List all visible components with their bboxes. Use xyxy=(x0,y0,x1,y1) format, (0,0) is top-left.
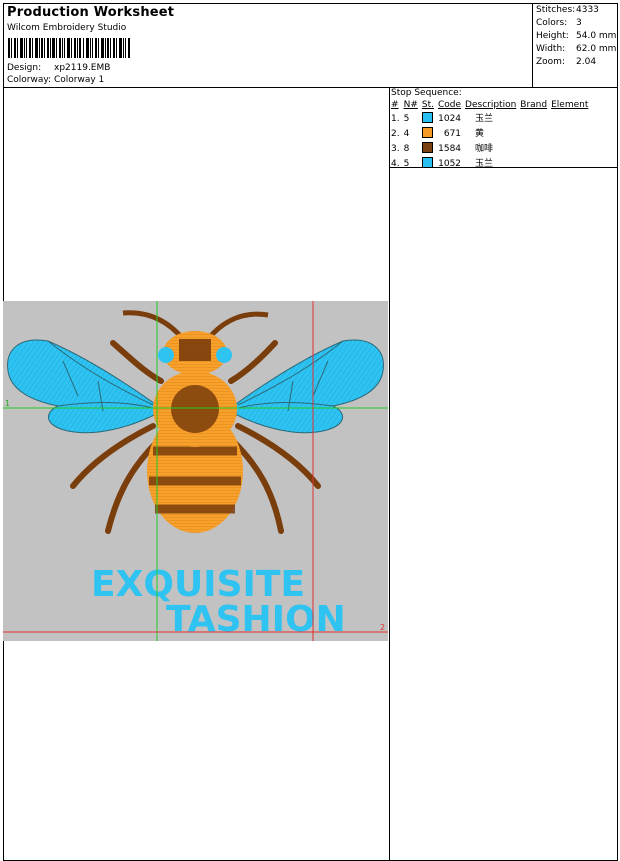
barcode xyxy=(8,38,130,58)
stat-stitches: Stitches: 4333 xyxy=(536,5,599,15)
row-index: 2. xyxy=(391,129,400,139)
row-brand xyxy=(518,142,549,157)
design-filename: xp2119.EMB xyxy=(54,63,111,73)
right-wing xyxy=(232,339,384,434)
stats-divider xyxy=(532,3,533,87)
design-preview: EXQUISITE TASHION 1 2 xyxy=(3,301,388,641)
software-name: Wilcom Embroidery Studio xyxy=(7,23,127,33)
row-element xyxy=(549,112,590,127)
stop-row: 4. 5 1052 玉兰 xyxy=(389,157,590,172)
row-brand xyxy=(518,127,549,142)
colorway-value: Colorway 1 xyxy=(54,75,105,85)
color-swatch xyxy=(421,142,433,153)
stop-row: 2. 4 671 黄 xyxy=(389,127,590,142)
row-needle: 4 xyxy=(403,129,410,139)
stat-zoom: Zoom: 2.04 xyxy=(536,57,597,67)
stat-width: Width: 62.0 mm xyxy=(536,44,617,54)
row-description: 咖啡 xyxy=(475,144,494,154)
row-code: 1584 xyxy=(438,144,462,154)
row-element xyxy=(549,157,590,172)
row-description: 玉兰 xyxy=(475,159,494,169)
color-swatch xyxy=(421,157,433,168)
panel-divider xyxy=(389,87,390,861)
design-text-line2: TASHION xyxy=(166,599,346,640)
right-eye xyxy=(216,347,232,363)
row-index: 1. xyxy=(391,114,400,124)
row-index: 3. xyxy=(391,144,400,154)
design-label: Design: xyxy=(7,63,42,73)
bee-embroidery: EXQUISITE TASHION 1 2 xyxy=(3,301,388,641)
row-brand xyxy=(518,112,549,127)
stop-sequence-title: Stop Sequence: xyxy=(391,88,462,98)
stop-row: 1. 5 1024 玉兰 xyxy=(389,112,590,127)
col-element: Element xyxy=(551,100,589,110)
marker-1: 1 xyxy=(5,399,10,408)
right-antenna xyxy=(206,311,269,341)
stat-height: Height: 54.0 mm xyxy=(536,31,617,41)
row-element xyxy=(549,127,590,142)
stop-row: 3. 8 1584 咖啡 xyxy=(389,142,590,157)
stop-sequence-table: # N# St. Code Description Brand Element … xyxy=(389,99,590,172)
header-divider xyxy=(3,87,618,88)
left-antenna xyxy=(122,310,185,341)
color-swatch xyxy=(421,127,433,138)
row-color-swatch xyxy=(420,157,436,172)
col-index: # xyxy=(391,100,399,110)
row-needle: 8 xyxy=(403,144,410,154)
row-code: 671 xyxy=(443,129,462,139)
design-stats: Stitches: 4333 Colors: 3 Height: 54.0 mm Wi… xyxy=(536,4,616,69)
marker-2: 2 xyxy=(380,623,385,632)
row-needle: 5 xyxy=(403,114,410,124)
row-color-swatch xyxy=(420,127,436,142)
row-color-swatch xyxy=(420,112,436,127)
row-description: 玉兰 xyxy=(475,114,494,124)
row-element xyxy=(549,142,590,157)
col-stitch: St. xyxy=(421,100,434,110)
left-eye xyxy=(158,347,174,363)
col-needle: N# xyxy=(403,100,418,110)
page-title: Production Worksheet xyxy=(7,5,175,20)
row-index: 4. xyxy=(391,159,400,169)
col-code: Code xyxy=(437,100,462,110)
stat-colors: Colors: 3 xyxy=(536,18,582,28)
row-code: 1024 xyxy=(438,114,462,124)
row-brand xyxy=(518,157,549,172)
table-header-row: # N# St. Code Description Brand Element xyxy=(389,99,590,112)
left-wing xyxy=(7,339,159,434)
color-swatch xyxy=(421,112,433,123)
col-description: Description xyxy=(465,100,517,110)
colorway-label: Colorway: xyxy=(7,75,52,85)
row-needle: 5 xyxy=(403,159,410,169)
col-brand: Brand xyxy=(520,100,548,110)
row-code: 1052 xyxy=(438,159,462,169)
row-description: 黄 xyxy=(475,129,485,139)
row-color-swatch xyxy=(420,142,436,157)
